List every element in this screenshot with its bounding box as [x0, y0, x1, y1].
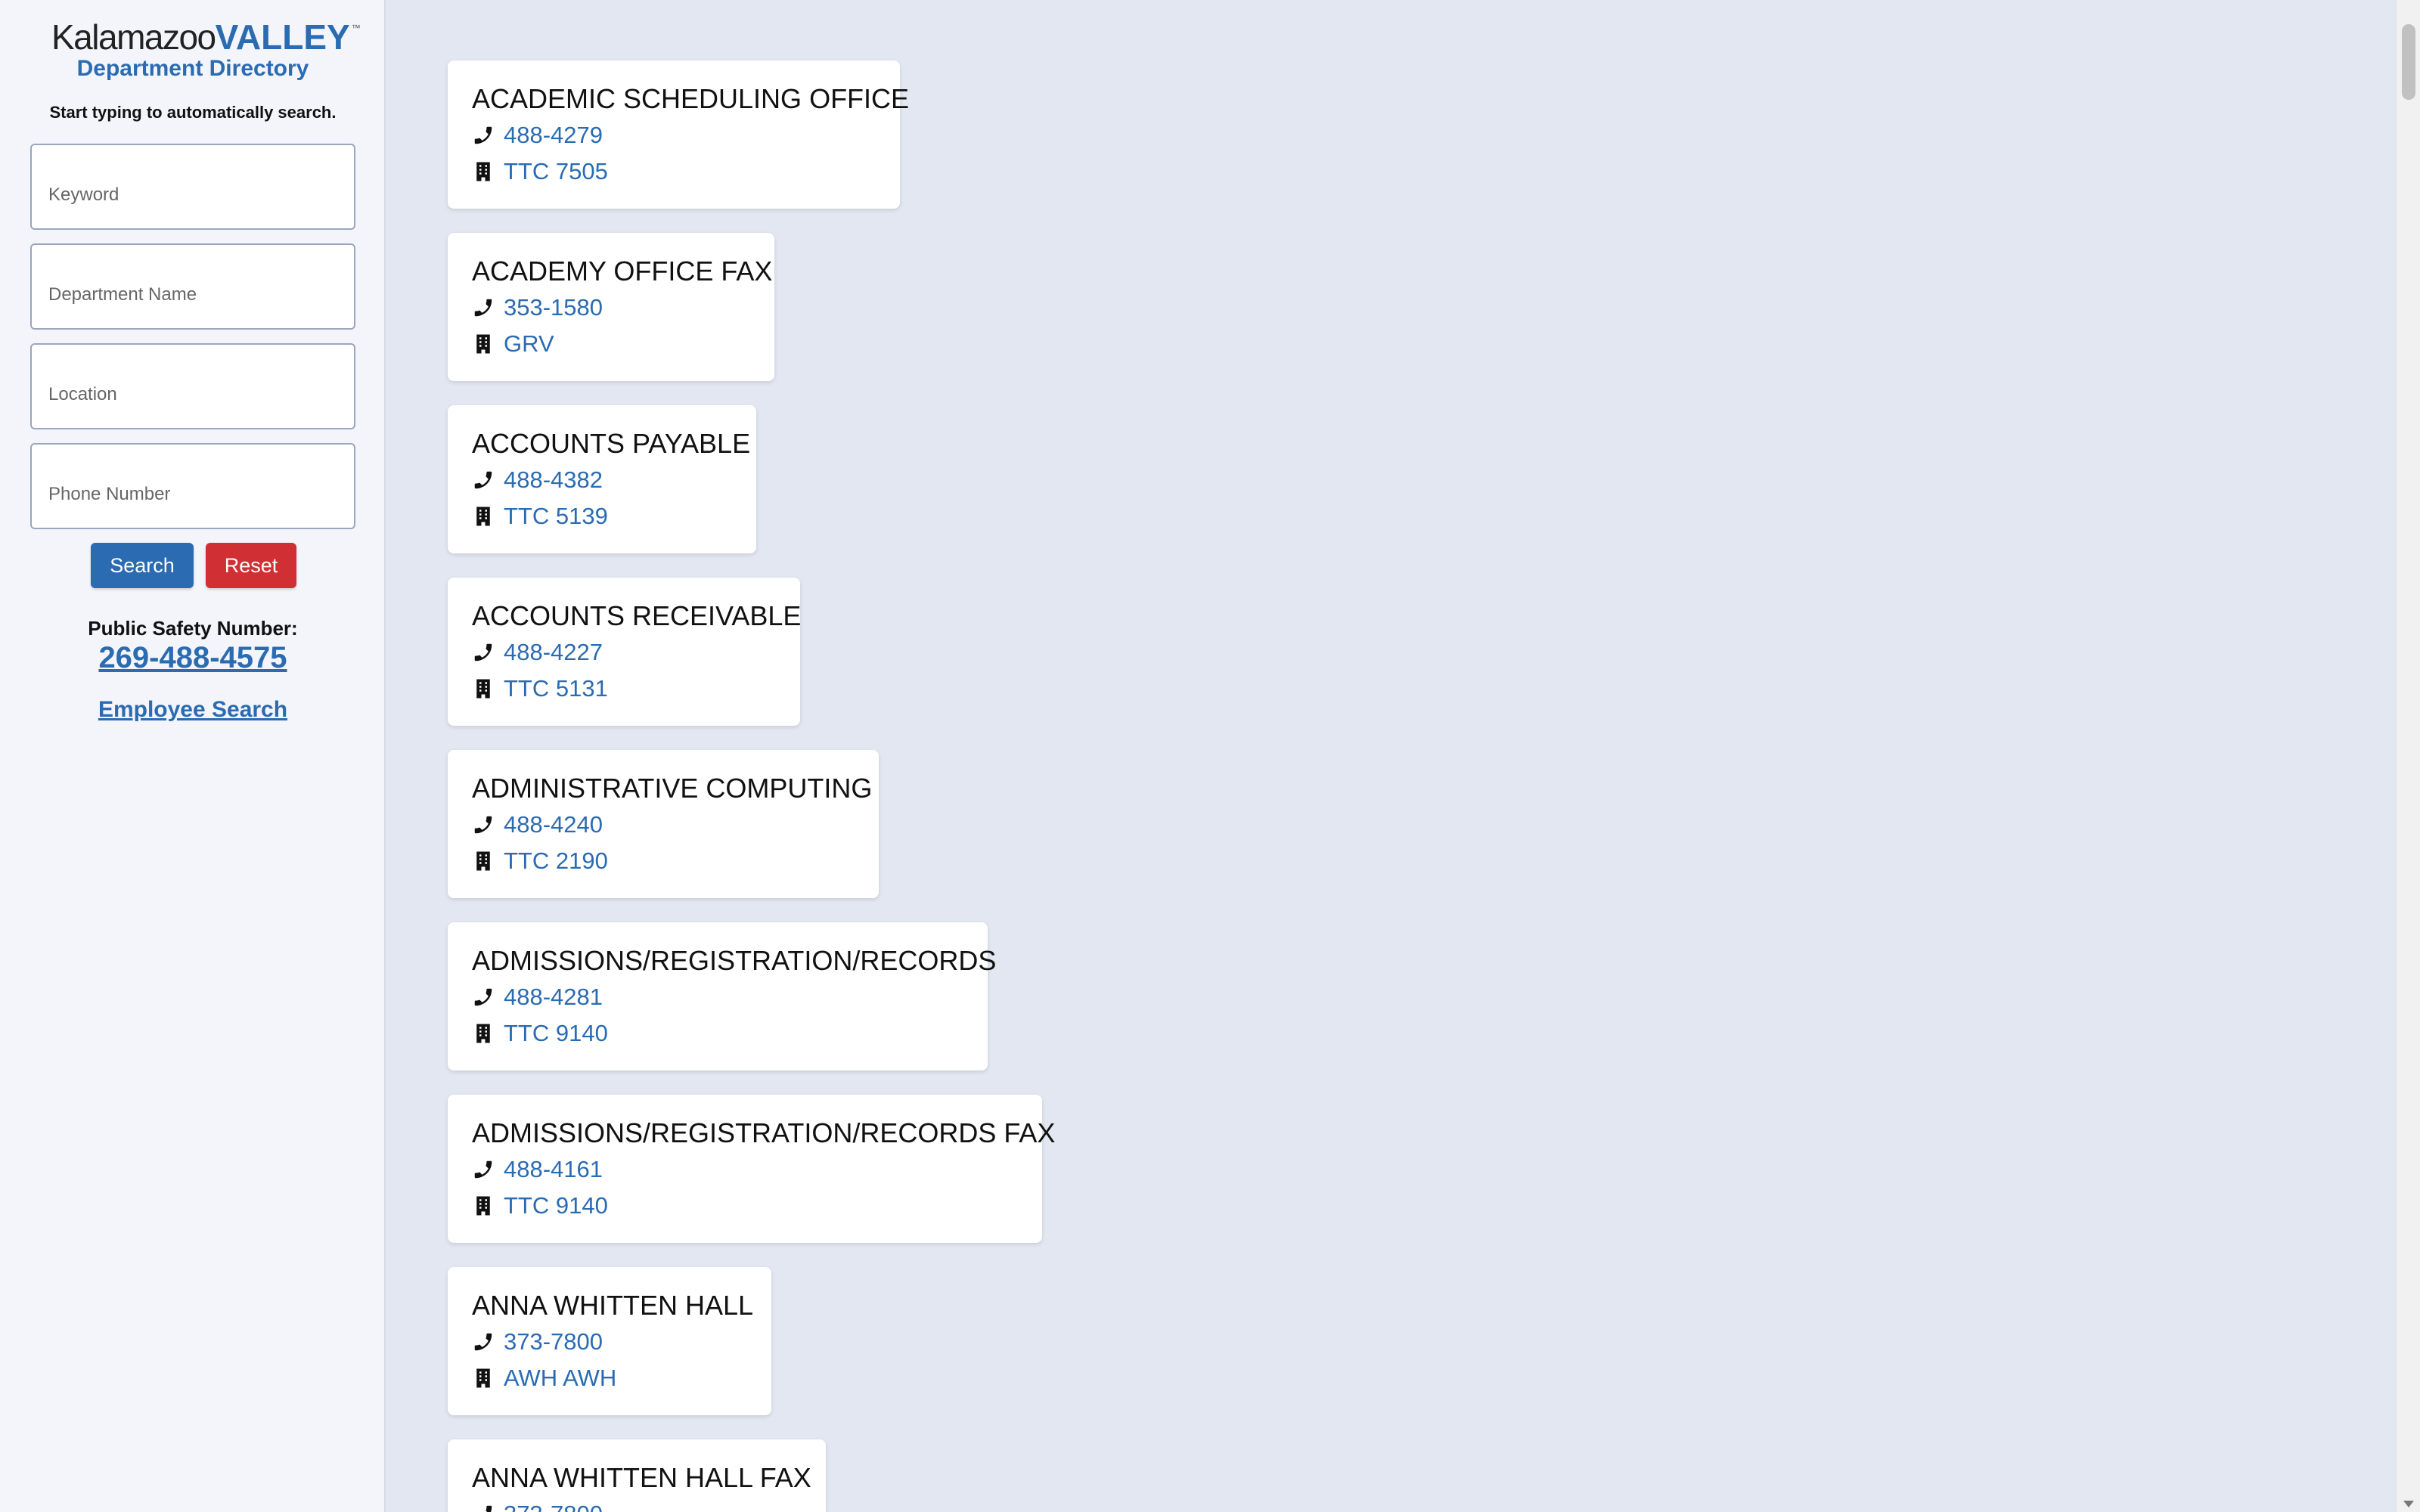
department-location-link[interactable]: TTC 5131: [504, 673, 608, 705]
phone-icon: [472, 124, 495, 147]
building-icon: [472, 1022, 495, 1045]
employee-search-link[interactable]: Employee Search: [0, 697, 386, 723]
sidebar: KalamazooVALLEY ™ Department Directory St…: [0, 0, 386, 1512]
phone-icon: [472, 1503, 495, 1512]
phone-icon: [472, 296, 495, 319]
department-phone-link[interactable]: 488-4382: [504, 464, 603, 496]
department-name: ADMINISTRATIVE COMPUTING: [472, 773, 873, 804]
department-card: ACCOUNTS PAYABLE 488-4382 TTC 5139: [448, 405, 756, 553]
department-card: ANNA WHITTEN HALL 373-7800 AWH AWH: [448, 1267, 771, 1415]
department-location-link[interactable]: TTC 7505: [504, 156, 608, 187]
building-icon: [472, 677, 495, 700]
department-card: ACADEMIC SCHEDULING OFFICE 488-4279 TTC …: [448, 60, 910, 209]
department-name: ACCOUNTS PAYABLE: [472, 428, 751, 459]
logo-text-valley: VALLEY: [215, 17, 350, 57]
phone-icon: [472, 641, 495, 664]
department-location-link[interactable]: TTC 9140: [504, 1018, 608, 1049]
department-location-link[interactable]: AWH AWH: [504, 1362, 616, 1394]
phone-icon: [472, 1158, 495, 1181]
department-phone-link[interactable]: 488-4240: [504, 809, 603, 841]
phone-number-input[interactable]: [32, 445, 354, 528]
department-location-link[interactable]: TTC 2190: [504, 845, 608, 877]
department-name-input[interactable]: [32, 245, 354, 328]
keyword-field: [30, 144, 355, 230]
building-icon: [472, 1194, 495, 1217]
department-card: ACADEMY OFFICE FAX 353-1580 GRV: [448, 233, 774, 381]
logo-text-kalamazoo: Kalamazoo: [51, 17, 216, 57]
department-name: ADMISSIONS/REGISTRATION/RECORDS FAX: [472, 1117, 1056, 1148]
department-phone-link[interactable]: 488-4161: [504, 1154, 603, 1185]
department-name: ACADEMIC SCHEDULING OFFICE: [472, 83, 910, 114]
department-name: ADMISSIONS/REGISTRATION/RECORDS: [472, 945, 997, 976]
department-card: ADMISSIONS/REGISTRATION/RECORDS FAX 488-…: [448, 1095, 1056, 1243]
logo-trademark: ™: [351, 23, 361, 33]
keyword-input[interactable]: [32, 145, 354, 228]
department-phone-link[interactable]: 373-7800: [504, 1326, 603, 1358]
scroll-down-arrow-icon[interactable]: [2403, 1501, 2414, 1507]
department-card: ADMINISTRATIVE COMPUTING 488-4240 TTC 21…: [448, 750, 879, 898]
department-phone-link[interactable]: 488-4279: [504, 119, 603, 151]
department-phone-link[interactable]: 373-7800: [504, 1498, 603, 1512]
location-input[interactable]: [32, 345, 354, 428]
public-safety-label: Public Safety Number:: [88, 617, 298, 640]
building-icon: [472, 1367, 495, 1390]
phone-icon: [472, 813, 495, 836]
public-safety-number-link[interactable]: 269-488-4575: [0, 641, 386, 675]
phone-icon: [472, 1331, 495, 1353]
department-card: ANNA WHITTEN HALL FAX 373-7800: [448, 1439, 826, 1512]
reset-button[interactable]: Reset: [206, 543, 296, 588]
phone-number-field: [30, 443, 355, 529]
department-name: ANNA WHITTEN HALL FAX: [472, 1462, 811, 1493]
vertical-scrollbar[interactable]: [2396, 0, 2420, 1512]
department-phone-link[interactable]: 353-1580: [504, 292, 603, 324]
department-card: ADMISSIONS/REGISTRATION/RECORDS 488-4281…: [448, 922, 997, 1070]
building-icon: [472, 505, 495, 528]
search-hint: Start typing to automatically search.: [49, 103, 337, 122]
page-title: Department Directory: [76, 56, 309, 81]
department-name: ANNA WHITTEN HALL: [472, 1290, 754, 1321]
building-icon: [472, 333, 495, 355]
phone-icon: [472, 986, 495, 1009]
department-phone-link[interactable]: 488-4281: [504, 981, 603, 1013]
search-button[interactable]: Search: [91, 543, 194, 588]
department-phone-link[interactable]: 488-4227: [504, 637, 603, 668]
location-field: [30, 343, 355, 429]
department-location-link[interactable]: TTC 5139: [504, 500, 608, 532]
building-icon: [472, 850, 495, 872]
kalamazoo-valley-logo[interactable]: KalamazooVALLEY ™: [51, 17, 361, 59]
page: KalamazooVALLEY ™ Department Directory St…: [0, 0, 2420, 1512]
phone-icon: [472, 469, 495, 491]
department-name-field: [30, 243, 355, 330]
department-location-link[interactable]: TTC 9140: [504, 1190, 608, 1222]
building-icon: [472, 160, 495, 183]
department-name: ACCOUNTS RECEIVABLE: [472, 600, 802, 631]
scrollbar-thumb[interactable]: [2402, 24, 2415, 100]
department-card: ACCOUNTS RECEIVABLE 488-4227 TTC 5131: [448, 578, 802, 726]
department-name: ACADEMY OFFICE FAX: [472, 256, 773, 287]
department-location-link[interactable]: GRV: [504, 328, 554, 360]
